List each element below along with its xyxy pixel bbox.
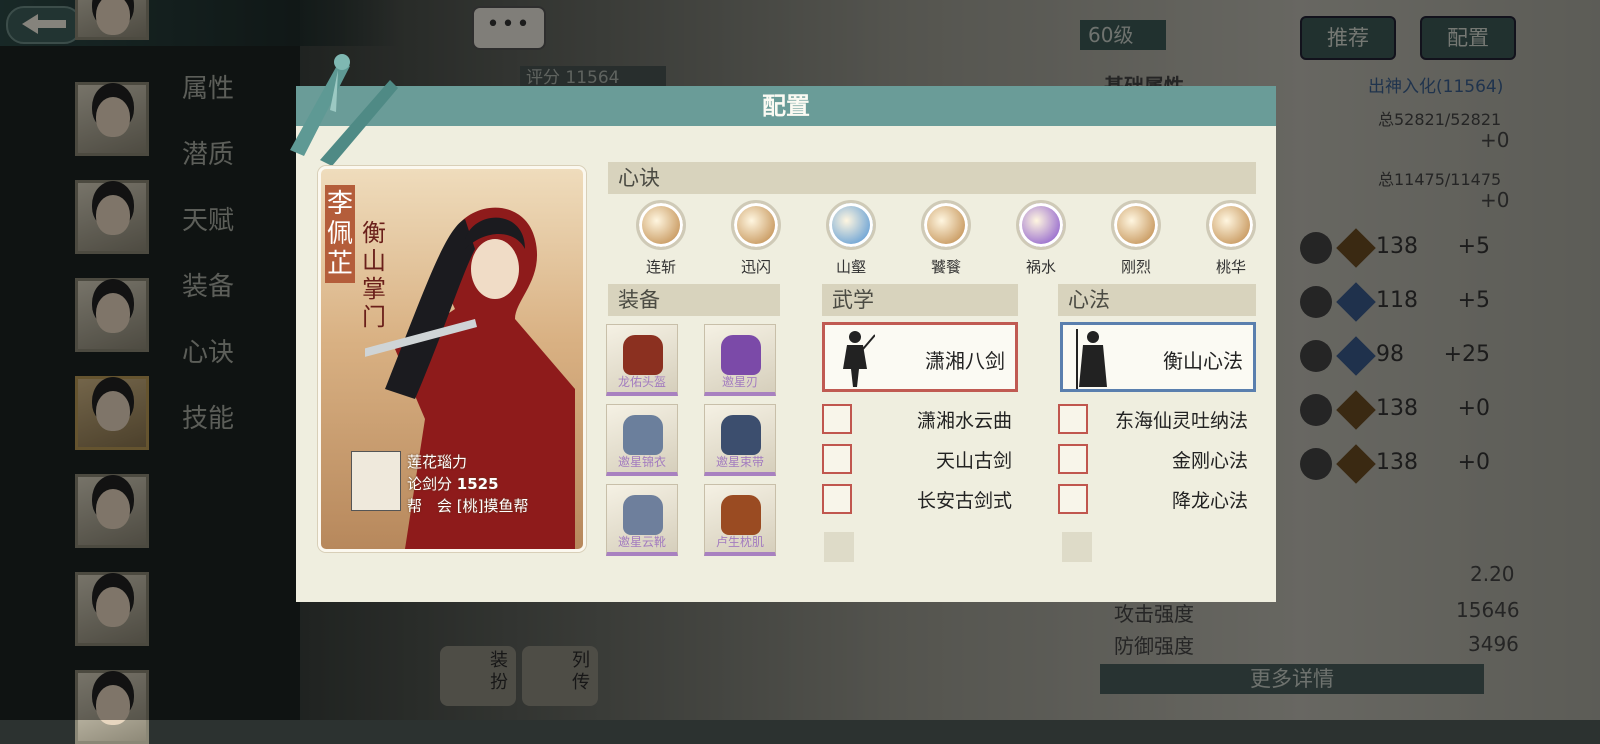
xinfa-main-name: 衡山心法 <box>1163 349 1243 373</box>
skill-label: 桃华 <box>1215 258 1246 276</box>
xinjue-skill[interactable]: 刚烈 <box>1101 200 1171 277</box>
equipment-icon <box>721 495 761 535</box>
sword-decoration-icon <box>290 54 398 166</box>
guild-info: 帮 会 [桃]摸鱼帮 <box>407 495 529 516</box>
pvp-score-label: 论剑分 <box>407 475 453 493</box>
xinfa-header: 心法 <box>1058 284 1256 316</box>
skill-label: 饕餮 <box>930 258 961 276</box>
xinfa-item-name: 东海仙灵吐纳法 <box>1114 410 1248 432</box>
config-modal: 配置 李佩芷 衡山掌门 莲花瑙力 论剑分 1525 帮 会 [桃]摸鱼帮 心诀 … <box>290 54 1276 602</box>
equipment-icon <box>721 335 761 375</box>
guild-value: [桃]摸鱼帮 <box>456 497 529 515</box>
xinfa-item[interactable]: 降龙心法 <box>1058 484 1248 516</box>
xinjue-skill[interactable]: 连斩 <box>626 200 696 277</box>
monk-figure-icon <box>1076 329 1107 389</box>
skill-orb-icon <box>1206 200 1256 250</box>
equipment-slot[interactable]: 龙佑头盔 <box>606 324 678 396</box>
wuxue-item-name: 天山古剑 <box>935 450 1012 472</box>
xinfa-item[interactable]: 金刚心法 <box>1058 444 1248 476</box>
wuxue-item-name: 潇湘水云曲 <box>916 410 1012 432</box>
wuxue-empty-slot[interactable] <box>824 532 854 562</box>
pvp-score-value: 1525 <box>456 475 499 493</box>
xinjue-skill[interactable]: 祸水 <box>1006 200 1076 277</box>
wuxue-item-name: 长安古剑式 <box>916 490 1012 512</box>
skill-orb-icon <box>1016 200 1066 250</box>
character-title: 衡山掌门 <box>362 219 386 331</box>
xinfa-empty-slot[interactable] <box>1062 532 1092 562</box>
xinfa-item-icon <box>1058 444 1088 474</box>
equipment-label: 邀星束带 <box>715 455 764 469</box>
wuxue-item-icon <box>822 404 852 434</box>
equipment-slot[interactable]: 邀星云靴 <box>606 484 678 556</box>
xinfa-main-slot[interactable]: 衡山心法 <box>1060 322 1256 392</box>
skill-label: 迅闪 <box>740 258 771 276</box>
equipment-label: 邀星锦衣 <box>617 455 666 469</box>
xinjue-skill[interactable]: 迅闪 <box>721 200 791 277</box>
equipment-slot[interactable]: 邀星刃 <box>704 324 776 396</box>
equipment-label: 龙佑头盔 <box>617 375 666 389</box>
xinjue-skill[interactable]: 山壑 <box>816 200 886 277</box>
equipment-slot[interactable]: 邀星束带 <box>704 404 776 476</box>
skill-orb-icon <box>731 200 781 250</box>
character-card: 李佩芷 衡山掌门 莲花瑙力 论剑分 1525 帮 会 [桃]摸鱼帮 <box>318 166 586 552</box>
wuxue-item[interactable]: 长安古剑式 <box>822 484 1012 516</box>
guild-label: 帮 会 <box>407 497 453 515</box>
wuxue-item[interactable]: 天山古剑 <box>822 444 1012 476</box>
wuxue-header: 武学 <box>822 284 1018 316</box>
player-name: 莲花瑙力 <box>407 453 468 471</box>
skill-orb-icon <box>636 200 686 250</box>
equipment-label: 邀星云靴 <box>617 535 666 549</box>
skill-orb-icon <box>921 200 971 250</box>
xinjue-skill[interactable]: 桃华 <box>1196 200 1266 277</box>
skill-label: 山壑 <box>835 258 866 276</box>
xinfa-item-name: 金刚心法 <box>1171 450 1248 472</box>
skill-label: 祸水 <box>1025 258 1056 276</box>
character-name: 李佩芷 <box>325 185 355 283</box>
xinfa-item[interactable]: 东海仙灵吐纳法 <box>1058 404 1248 436</box>
wuxue-main-name: 潇湘八剑 <box>925 349 1005 373</box>
martial-figure-icon <box>843 331 875 387</box>
wuxue-item[interactable]: 潇湘水云曲 <box>822 404 1012 436</box>
wuxue-item-icon <box>822 444 852 474</box>
equipment-icon <box>721 415 761 455</box>
equipment-slot[interactable]: 卢生枕肌 <box>704 484 776 556</box>
wuxue-item-icon <box>822 484 852 514</box>
skill-orb-icon <box>826 200 876 250</box>
equipment-header: 装备 <box>608 284 780 316</box>
equipment-icon <box>623 415 663 455</box>
xinfa-item-icon <box>1058 484 1088 514</box>
xinfa-item-icon <box>1058 404 1088 434</box>
xinjue-skill[interactable]: 饕餮 <box>911 200 981 277</box>
skill-label: 连斩 <box>645 258 676 276</box>
equipment-icon <box>623 495 663 535</box>
player-avatar <box>351 451 401 511</box>
equipment-label: 卢生枕肌 <box>715 535 764 549</box>
wuxue-main-slot[interactable]: 潇湘八剑 <box>822 322 1018 392</box>
modal-title: 配置 <box>762 92 810 120</box>
xinfa-item-name: 降龙心法 <box>1171 490 1248 512</box>
skill-orb-icon <box>1111 200 1161 250</box>
equipment-label: 邀星刃 <box>721 375 758 389</box>
xinjue-header: 心诀 <box>608 162 1256 194</box>
equipment-slot[interactable]: 邀星锦衣 <box>606 404 678 476</box>
skill-label: 刚烈 <box>1120 258 1151 276</box>
pvp-score: 论剑分 1525 <box>407 473 499 494</box>
equipment-icon <box>623 335 663 375</box>
